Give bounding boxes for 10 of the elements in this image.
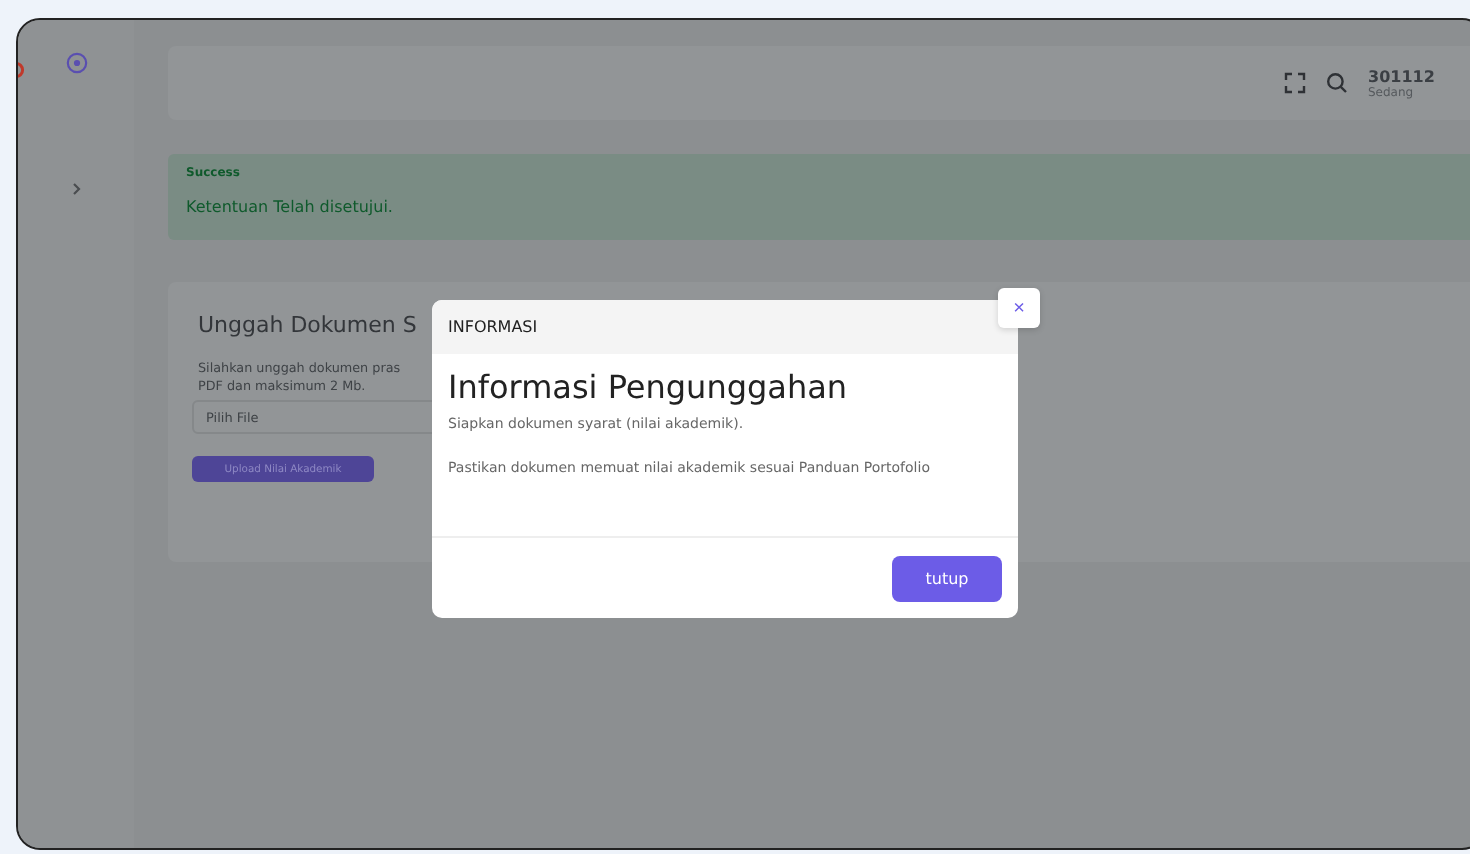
close-modal-button[interactable]: tutup bbox=[892, 555, 1002, 601]
fullscreen-icon[interactable] bbox=[1284, 72, 1306, 94]
chevron-right-icon[interactable] bbox=[71, 182, 81, 196]
user-id: 301112 bbox=[1368, 67, 1437, 85]
card-title: Unggah Dokumen S bbox=[198, 312, 417, 338]
modal-header-title: INFORMASI bbox=[448, 318, 538, 336]
close-button[interactable]: × bbox=[998, 288, 1040, 328]
search-icon[interactable] bbox=[1326, 72, 1348, 94]
alert-message: Ketentuan Telah disetujui. bbox=[186, 198, 395, 216]
modal-title: Informasi Pengunggahan bbox=[448, 368, 850, 406]
